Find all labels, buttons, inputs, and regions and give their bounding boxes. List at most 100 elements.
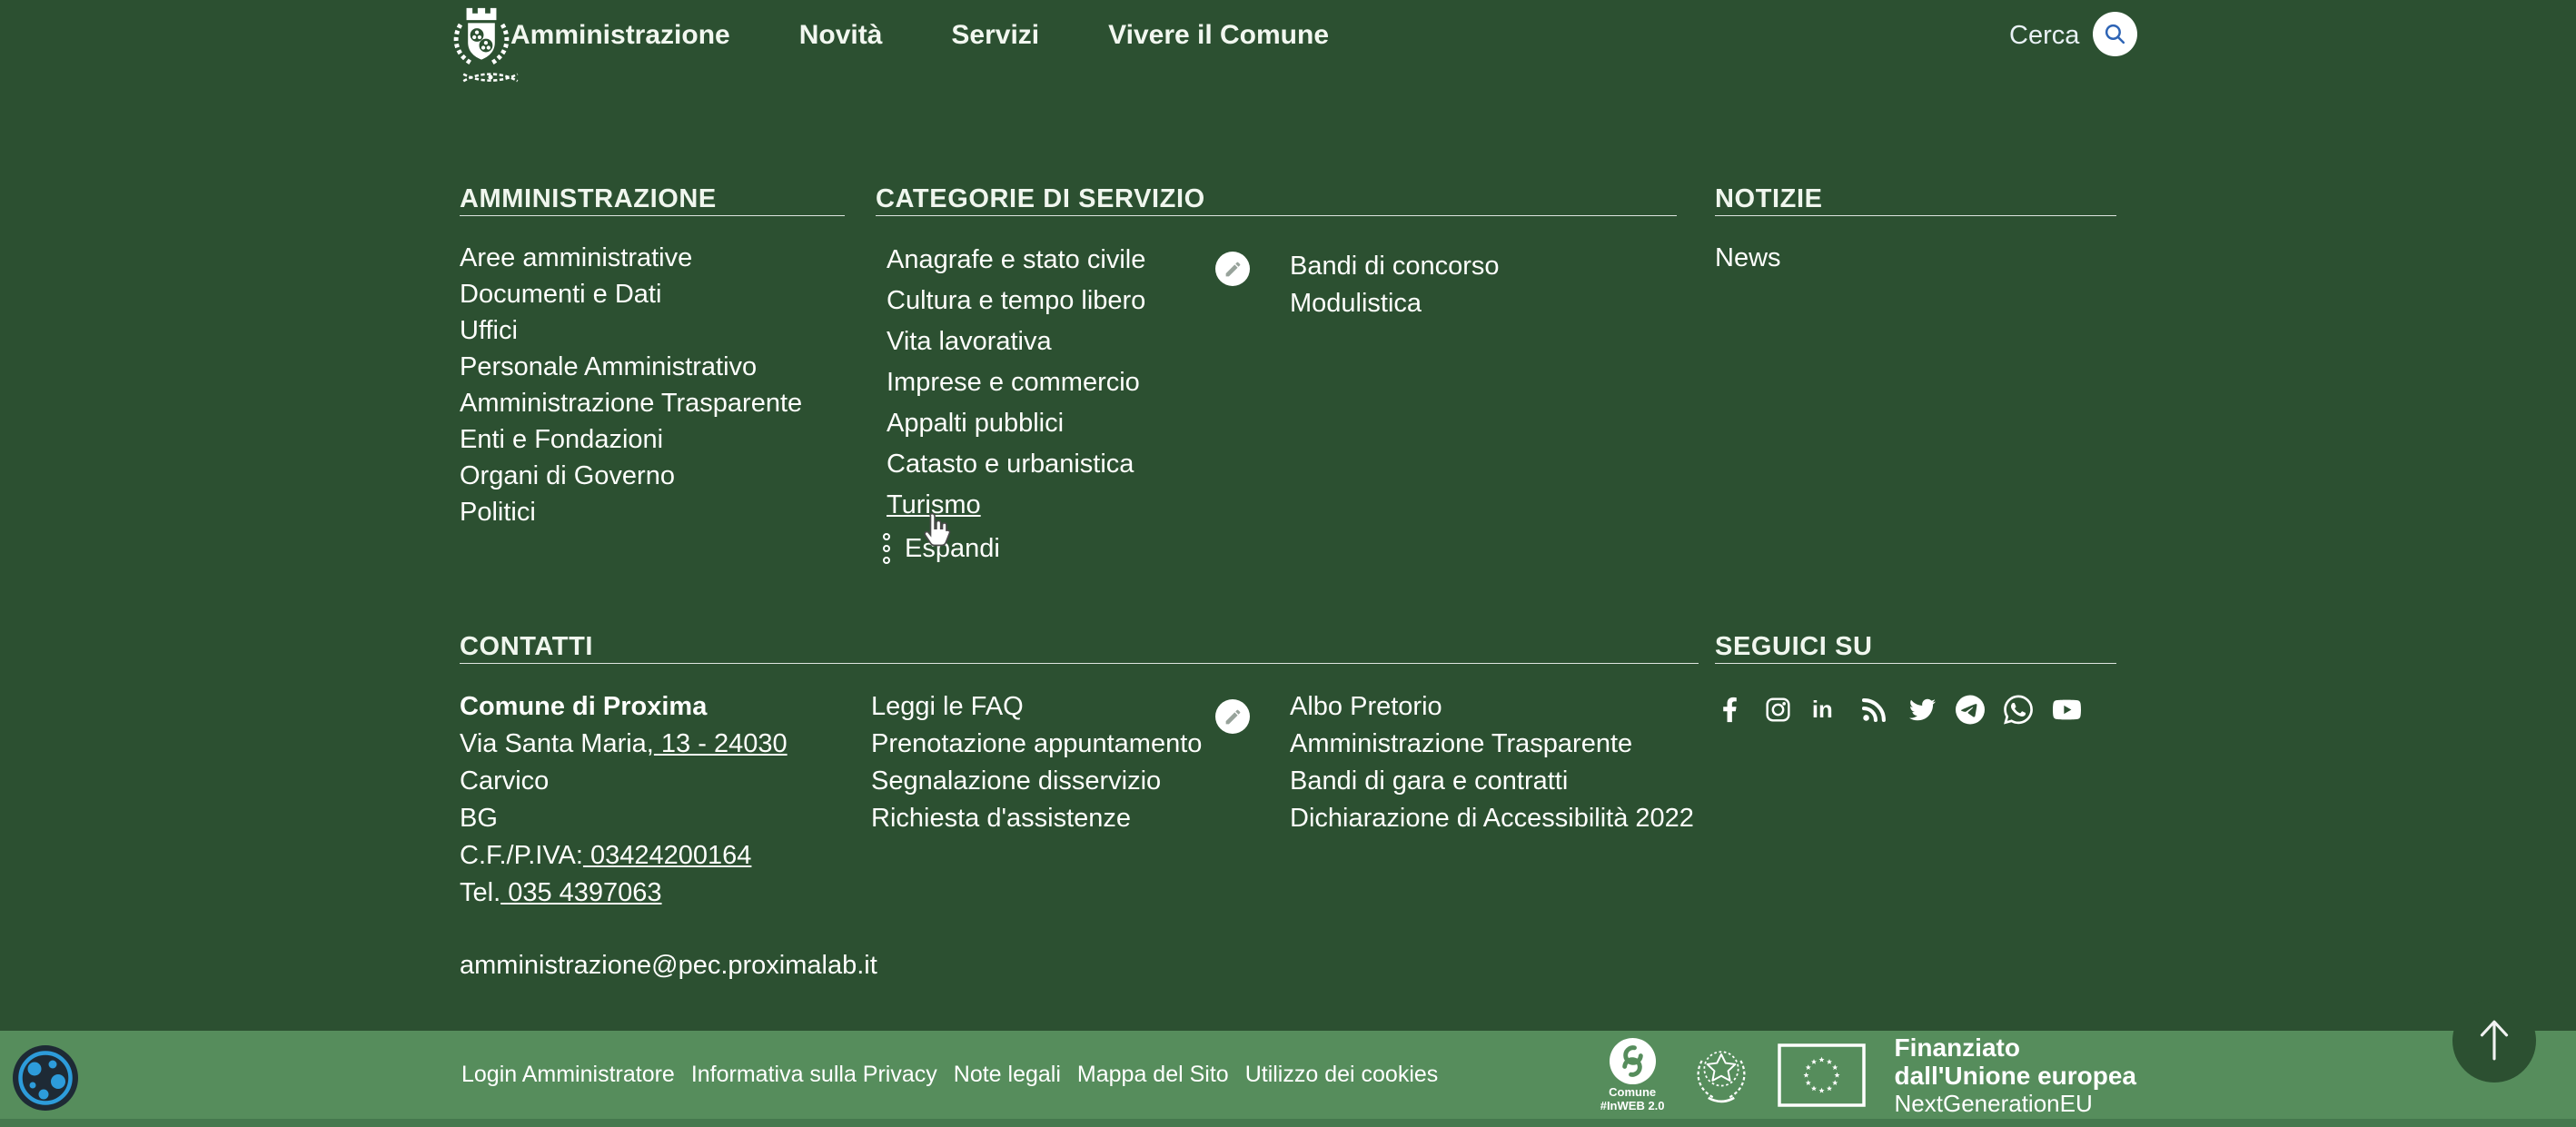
instagram-icon <box>1765 697 1791 723</box>
address-link[interactable]: 13 - 24030 <box>654 729 788 758</box>
accessibility-widget-button[interactable] <box>12 1044 79 1112</box>
footer-link-richiesta-assistenze[interactable]: Richiesta d'assistenze <box>871 800 1202 837</box>
footer-link-bandi-di-gara-e-contratti[interactable]: Bandi di gara e contratti <box>1290 763 1694 800</box>
pencil-badge <box>1215 252 1250 286</box>
nav-item-servizi[interactable]: Servizi <box>951 20 1039 51</box>
address-prefix: Via Santa Maria, <box>460 729 654 758</box>
nav-item-amministrazione[interactable]: Amministrazione <box>510 20 730 51</box>
bottom-bar: Login Amministratore Informativa sulla P… <box>0 1031 2576 1127</box>
note-legali-link[interactable]: Note legali <box>954 1062 1061 1088</box>
accessibility-widget-icon <box>12 1044 79 1112</box>
section-title: NOTIZIE <box>1715 184 2116 216</box>
footer-link-bandi-di-concorso[interactable]: Bandi di concorso <box>1290 248 1500 285</box>
login-amministratore-link[interactable]: Login Amministratore <box>461 1062 675 1088</box>
footer-link-appalti-pubblici[interactable]: Appalti pubblici <box>887 403 1145 444</box>
piva-prefix: C.F./P.IVA: <box>460 841 583 870</box>
facebook-link[interactable] <box>1715 693 1744 726</box>
footer-link-imprese-e-commercio[interactable]: Imprese e commercio <box>887 362 1145 403</box>
scroll-to-top-button[interactable] <box>2452 999 2536 1083</box>
logo-laurel-ornament-icon <box>460 69 521 85</box>
footer-link-news[interactable]: News <box>1715 240 1781 276</box>
contact-legal-links: Albo Pretorio Amministrazione Trasparent… <box>1290 688 1694 837</box>
utilizzo-cookies-link[interactable]: Utilizzo dei cookies <box>1245 1062 1439 1088</box>
rss-icon <box>1861 697 1887 723</box>
italy-emblem-icon <box>1692 1042 1750 1109</box>
linkedin-icon: in <box>1811 696 1840 723</box>
footer-link-amministrazione-trasparente-2[interactable]: Amministrazione Trasparente <box>1290 726 1694 763</box>
footer-link-documenti-e-dati[interactable]: Documenti e Dati <box>460 276 802 312</box>
footer-section-contatti: CONTATTI Comune di Proxima Via Santa Mar… <box>460 632 1699 664</box>
footer-link-politici[interactable]: Politici <box>460 494 802 530</box>
section-title: AMMINISTRAZIONE <box>460 184 845 216</box>
comune-inweb-icon <box>1609 1037 1657 1085</box>
search-icon <box>2103 22 2127 46</box>
nav-item-novita[interactable]: Novità <box>799 20 883 51</box>
piva-link[interactable]: 03424200164 <box>583 841 751 870</box>
email-link[interactable]: amministrazione@pec.proximalab.it <box>460 947 864 984</box>
comune-inweb-logo: Comune #InWEB 2.0 <box>1600 1037 1665 1112</box>
categorie-links: Anagrafe e stato civile Cultura e tempo … <box>887 240 1145 526</box>
contact-service-links: Leggi le FAQ Prenotazione appuntamento S… <box>871 688 1202 837</box>
footer-link-enti-e-fondazioni[interactable]: Enti e Fondazioni <box>460 421 802 458</box>
eu-flag-icon <box>1778 1043 1866 1107</box>
section-title: SEGUICI SU <box>1715 632 2116 664</box>
footer-link-personale-amministrativo[interactable]: Personale Amministrativo <box>460 349 802 385</box>
telegram-icon <box>1956 695 1985 725</box>
inweb-caption: #InWEB 2.0 <box>1600 1099 1665 1112</box>
section-title: CONTATTI <box>460 632 1699 664</box>
rss-link[interactable] <box>1859 693 1888 726</box>
notizie-links: News <box>1715 240 1781 276</box>
whatsapp-link[interactable] <box>2004 693 2033 726</box>
footer-link-leggi-le-faq[interactable]: Leggi le FAQ <box>871 688 1202 726</box>
footer-link-amministrazione-trasparente[interactable]: Amministrazione Trasparente <box>460 385 802 421</box>
search-button[interactable] <box>2093 12 2137 56</box>
vertical-dots-icon <box>883 533 890 564</box>
contact-address-block: Comune di Proxima Via Santa Maria, 13 - … <box>460 688 864 984</box>
footer-link-organi-di-governo[interactable]: Organi di Governo <box>460 458 802 494</box>
amministrazione-links: Aree amministrative Documenti e Dati Uff… <box>460 240 802 530</box>
pencil-icon <box>1224 260 1243 279</box>
org-name: Comune di Proxima <box>460 692 707 721</box>
footer-section-amministrazione: AMMINISTRAZIONE Aree amministrative Docu… <box>460 184 845 530</box>
linkedin-link[interactable]: in <box>1811 693 1840 726</box>
facebook-icon <box>1722 697 1738 723</box>
address-line2: BG <box>460 804 498 833</box>
search-label: Cerca <box>2009 21 2079 51</box>
footer-link-anagrafe-e-stato-civile[interactable]: Anagrafe e stato civile <box>887 240 1145 281</box>
pencil-badge <box>1215 699 1250 734</box>
footer-link-modulistica[interactable]: Modulistica <box>1290 285 1500 322</box>
footer-link-catasto-e-urbanistica[interactable]: Catasto e urbanistica <box>887 444 1145 485</box>
footer-link-aree-amministrative[interactable]: Aree amministrative <box>460 240 802 276</box>
categorie-extra-links: Bandi di concorso Modulistica <box>1290 248 1500 322</box>
twitter-link[interactable] <box>1907 693 1937 726</box>
bottom-bar-logos: Comune #InWEB 2.0 Finanziato dal <box>1600 1031 2136 1119</box>
footer-section-seguici-su: SEGUICI SU in <box>1715 632 2116 726</box>
mappa-del-sito-link[interactable]: Mappa del Sito <box>1077 1062 1229 1088</box>
footer-link-segnalazione-disservizio[interactable]: Segnalazione disservizio <box>871 763 1202 800</box>
expand-button[interactable]: Espandi <box>905 534 1000 564</box>
bottom-edge-strip <box>0 1119 2576 1127</box>
footer-link-albo-pretorio[interactable]: Albo Pretorio <box>1290 688 1694 726</box>
footer-link-cultura-e-tempo-libero[interactable]: Cultura e tempo libero <box>887 281 1145 321</box>
tel-prefix: Tel. <box>460 878 500 907</box>
footer-link-vita-lavorativa[interactable]: Vita lavorativa <box>887 321 1145 362</box>
eu-funding-text: Finanziato dall'Unione europea NextGener… <box>1895 1033 2136 1117</box>
eu-funding-line1: Finanziato <box>1895 1033 2136 1062</box>
nav-item-vivere-il-comune[interactable]: Vivere il Comune <box>1108 20 1329 51</box>
instagram-link[interactable] <box>1763 693 1792 726</box>
youtube-link[interactable] <box>2052 693 2081 726</box>
footer-link-uffici[interactable]: Uffici <box>460 312 802 349</box>
footer-link-turismo[interactable]: Turismo <box>887 485 1145 526</box>
section-title: CATEGORIE DI SERVIZIO <box>876 184 1677 216</box>
twitter-icon <box>1909 697 1936 723</box>
page-footer-region: Amministrazione Novità Servizi Vivere il… <box>0 0 2576 1127</box>
svg-text:in: in <box>1812 697 1833 723</box>
whatsapp-icon <box>2004 695 2033 725</box>
footer-link-prenotazione-appuntamento[interactable]: Prenotazione appuntamento <box>871 726 1202 763</box>
phone-link[interactable]: 035 4397063 <box>500 878 661 907</box>
telegram-link[interactable] <box>1956 693 1985 726</box>
bottom-bar-links: Login Amministratore Informativa sulla P… <box>461 1031 1438 1119</box>
footer-link-dichiarazione-accessibilita[interactable]: Dichiarazione di Accessibilità 2022 <box>1290 800 1694 837</box>
comune-caption: Comune <box>1609 1085 1656 1099</box>
informativa-privacy-link[interactable]: Informativa sulla Privacy <box>691 1062 937 1088</box>
